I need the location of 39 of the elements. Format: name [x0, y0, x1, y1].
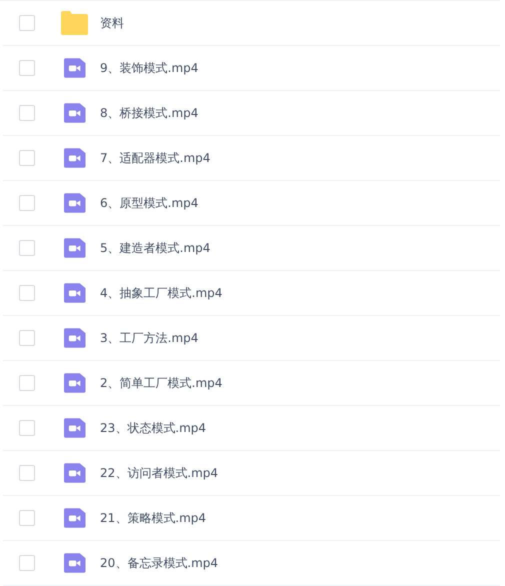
video-file-icon [64, 461, 86, 485]
file-name[interactable]: 3、工厂方法.mp4 [100, 330, 198, 346]
video-file-icon [64, 326, 86, 350]
video-file-icon [64, 146, 86, 170]
checkbox[interactable] [19, 420, 35, 436]
checkbox[interactable] [19, 240, 35, 256]
file-name[interactable]: 8、桥接模式.mp4 [100, 104, 198, 122]
checkbox[interactable] [19, 555, 35, 571]
file-name[interactable]: 20、备忘录模式.mp4 [100, 554, 218, 572]
video-file-icon [64, 236, 86, 260]
file-name[interactable]: 5、建造者模式.mp4 [100, 240, 210, 256]
video-file-icon [64, 551, 86, 575]
checkbox[interactable] [19, 510, 35, 526]
folder-icon [61, 11, 88, 35]
video-file-icon [64, 56, 86, 80]
file-name[interactable]: 2、简单工厂模式.mp4 [100, 374, 222, 392]
file-name[interactable]: 4、抽象工厂模式.mp4 [100, 284, 222, 302]
checkbox[interactable] [19, 465, 35, 481]
checkbox[interactable] [19, 15, 35, 31]
checkbox[interactable] [19, 105, 35, 121]
video-file-icon [64, 101, 86, 125]
video-file-icon [64, 416, 86, 440]
video-file-icon [64, 506, 86, 530]
file-name[interactable]: 资料 [100, 14, 124, 32]
file-name[interactable]: 7、适配器模式.mp4 [100, 150, 210, 166]
video-file-icon [64, 281, 86, 305]
checkbox[interactable] [19, 60, 35, 76]
video-file-icon [64, 191, 86, 215]
file-name[interactable]: 23、状态模式.mp4 [100, 420, 206, 436]
file-name[interactable]: 6、原型模式.mp4 [100, 194, 198, 212]
file-name[interactable]: 21、策略模式.mp4 [100, 510, 206, 526]
checkbox[interactable] [19, 375, 35, 391]
file-name[interactable]: 22、访问者模式.mp4 [100, 464, 218, 482]
checkbox[interactable] [19, 285, 35, 301]
checkbox[interactable] [19, 330, 35, 346]
checkbox[interactable] [19, 150, 35, 166]
file-name[interactable]: 9、装饰模式.mp4 [100, 60, 198, 76]
video-file-icon [64, 371, 86, 395]
checkbox[interactable] [19, 195, 35, 211]
